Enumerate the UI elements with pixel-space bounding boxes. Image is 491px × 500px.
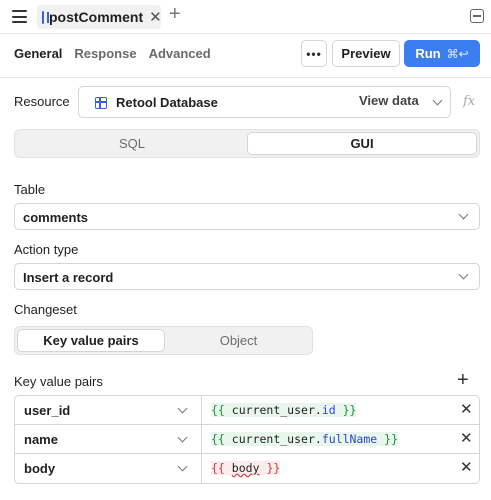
- collapse-panel-icon[interactable]: [470, 9, 484, 23]
- more-options-button[interactable]: •••: [301, 40, 327, 67]
- table-value: comments: [23, 210, 89, 225]
- tab-key-value-pairs[interactable]: Key value pairs: [17, 329, 165, 352]
- tab-advanced[interactable]: Advanced: [149, 46, 211, 61]
- close-icon[interactable]: ✕: [149, 10, 162, 25]
- kv-table: user_id {{ current_user.id }} ✕ name {{ …: [14, 395, 480, 484]
- template-property: id: [321, 403, 336, 417]
- chevron-down-icon: [432, 95, 443, 106]
- tab-response[interactable]: Response: [74, 46, 136, 61]
- template-open-brace: {{: [211, 432, 225, 446]
- kv-key: body: [24, 461, 56, 476]
- run-button[interactable]: Run ⌘↩: [404, 40, 480, 67]
- database-icon: [95, 97, 107, 109]
- template-close-brace: }}: [266, 461, 281, 475]
- kv-key-select[interactable]: user_id: [15, 396, 202, 424]
- kv-key-select[interactable]: name: [15, 425, 202, 453]
- changeset-toggle: Key value pairs Object: [14, 326, 313, 355]
- table-label: Table: [14, 182, 46, 197]
- template-close-brace: }}: [342, 403, 357, 417]
- add-tab-icon[interactable]: +: [169, 4, 181, 24]
- mode-toggle: SQL GUI: [14, 129, 480, 158]
- chevron-down-icon: [177, 432, 188, 443]
- chevron-down-icon: [458, 209, 469, 220]
- kv-section-label: Key value pairs: [14, 374, 103, 389]
- template-path: body: [231, 461, 260, 475]
- fx-icon[interactable]: fx: [463, 94, 475, 109]
- template-path: current_user.: [231, 432, 322, 446]
- kv-key: name: [24, 432, 58, 447]
- resource-label: Resource: [14, 94, 70, 109]
- table-select[interactable]: comments: [14, 203, 480, 230]
- tab-object[interactable]: Object: [165, 329, 312, 352]
- action-type-select[interactable]: Insert a record: [14, 263, 480, 290]
- kv-key-select[interactable]: body: [15, 454, 202, 483]
- preview-button[interactable]: Preview: [332, 40, 400, 67]
- header-divider: [0, 77, 491, 78]
- kv-key: user_id: [24, 403, 71, 418]
- kv-row: name {{ current_user.fullName }} ✕: [15, 425, 479, 454]
- action-type-value: Insert a record: [23, 270, 114, 285]
- query-tab-bar: postComment ✕ +: [0, 0, 491, 34]
- run-shortcut-hint: ⌘↩: [446, 46, 469, 61]
- table-icon: [42, 10, 49, 24]
- template-open-brace: {{: [211, 403, 225, 417]
- delete-row-icon[interactable]: ✕: [460, 431, 473, 446]
- kv-row: body {{ body }} ✕: [15, 454, 479, 483]
- run-button-label: Run: [415, 46, 441, 61]
- template-path: current_user.: [231, 403, 322, 417]
- tab-gui[interactable]: GUI: [247, 132, 477, 155]
- chevron-down-icon: [458, 269, 469, 280]
- query-tab[interactable]: postComment ✕: [37, 5, 162, 29]
- delete-row-icon[interactable]: ✕: [460, 402, 473, 417]
- delete-row-icon[interactable]: ✕: [460, 460, 473, 475]
- kv-value-input[interactable]: {{ current_user.fullName }}: [211, 432, 398, 446]
- kv-row: user_id {{ current_user.id }} ✕: [15, 396, 479, 425]
- menu-icon[interactable]: [12, 10, 27, 23]
- kv-value-input[interactable]: {{ body }}: [211, 461, 281, 475]
- chevron-down-icon: [177, 403, 188, 414]
- add-kv-icon[interactable]: +: [457, 370, 469, 390]
- query-tab-label: postComment: [49, 9, 144, 25]
- kv-value-input[interactable]: {{ current_user.id }}: [211, 403, 357, 417]
- view-data-link[interactable]: View data: [359, 93, 419, 108]
- chevron-down-icon: [177, 461, 188, 472]
- template-close-brace: }}: [384, 432, 398, 446]
- changeset-label: Changeset: [14, 302, 77, 317]
- template-open-brace: {{: [211, 461, 225, 475]
- resource-select[interactable]: Retool Database View data: [78, 86, 451, 118]
- tab-general[interactable]: General: [14, 46, 62, 61]
- resource-value: Retool Database: [116, 95, 218, 110]
- template-property: fullName: [321, 432, 378, 446]
- query-subtabs: General Response Advanced: [14, 46, 223, 61]
- tab-sql[interactable]: SQL: [17, 132, 247, 155]
- action-type-label: Action type: [14, 242, 79, 257]
